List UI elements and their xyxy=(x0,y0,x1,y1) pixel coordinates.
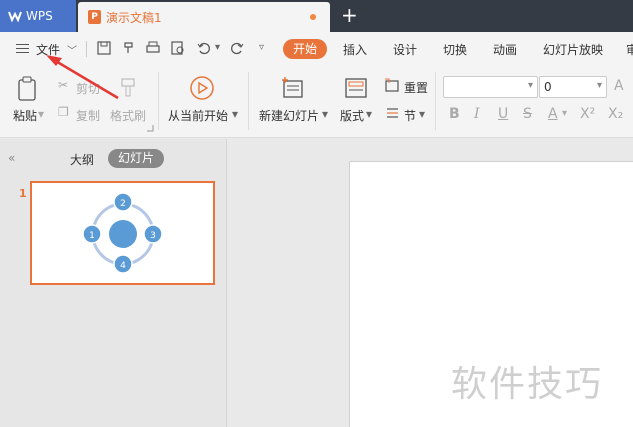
diagram-node-1-label: 1 xyxy=(89,231,95,241)
tab-animation[interactable]: 动画 xyxy=(493,41,517,58)
cut-button[interactable]: 剪切 xyxy=(76,80,100,97)
wps-home-tab[interactable]: WPS xyxy=(0,0,76,32)
section-button[interactable]: 节 xyxy=(404,107,416,124)
undo-icon[interactable] xyxy=(196,40,212,56)
copy-icon[interactable]: ❐ xyxy=(58,105,69,119)
font-color-dropdown-icon[interactable]: ▾ xyxy=(562,108,567,119)
title-bar: WPS P 演示文稿1 + xyxy=(0,0,633,32)
section-dropdown-icon[interactable]: ▾ xyxy=(419,107,425,121)
collapse-panel-icon[interactable]: « xyxy=(8,151,15,165)
tab-review[interactable]: 审 xyxy=(626,41,633,58)
new-slide-icon[interactable] xyxy=(281,76,305,100)
font-size-select[interactable]: 0 ▾ xyxy=(539,76,607,98)
paste-icon[interactable] xyxy=(16,76,40,102)
print-icon[interactable] xyxy=(145,40,161,56)
paste-button[interactable]: 粘贴 xyxy=(13,107,37,124)
layout-button[interactable]: 版式 xyxy=(340,107,364,124)
divider xyxy=(435,72,436,130)
reset-icon[interactable] xyxy=(384,78,400,94)
diagram-node-2-label: 2 xyxy=(120,199,126,209)
new-slide-dropdown-icon[interactable]: ▾ xyxy=(322,107,328,121)
diagram-node-3-label: 3 xyxy=(150,231,156,241)
chevron-down-icon[interactable]: ﹀ xyxy=(67,42,77,57)
tab-transition[interactable]: 切换 xyxy=(443,41,467,58)
unsaved-dot-icon xyxy=(310,14,316,20)
paste-dropdown-icon[interactable]: ▾ xyxy=(38,107,44,121)
slide-number: 1 xyxy=(19,187,27,200)
divider xyxy=(86,41,87,57)
play-icon[interactable] xyxy=(189,75,215,101)
slide-thumbnail[interactable]: 1 2 3 4 xyxy=(30,181,215,285)
presentation-file-icon: P xyxy=(88,10,101,24)
tab-outline[interactable]: 大纲 xyxy=(70,151,94,168)
divider xyxy=(248,72,249,130)
undo-dropdown-icon[interactable]: ▾ xyxy=(215,42,220,53)
layout-dropdown-icon[interactable]: ▾ xyxy=(366,107,372,121)
new-tab-button[interactable]: + xyxy=(341,4,358,26)
tab-slideshow[interactable]: 幻灯片放映 xyxy=(543,41,603,58)
format-painter-button[interactable]: 格式刷 xyxy=(110,107,146,124)
subscript-icon[interactable]: X₂ xyxy=(608,106,623,122)
reset-button[interactable]: 重置 xyxy=(404,79,428,96)
section-icon[interactable] xyxy=(384,105,400,121)
wps-logo-icon xyxy=(8,11,22,23)
strikethrough-icon[interactable]: S xyxy=(523,106,532,122)
document-tab[interactable]: P 演示文稿1 xyxy=(78,2,330,32)
tab-insert[interactable]: 插入 xyxy=(343,41,367,58)
file-menu[interactable]: 文件 xyxy=(36,41,60,58)
play-dropdown-icon[interactable]: ▾ xyxy=(232,107,238,121)
format-brush-icon[interactable] xyxy=(118,76,138,100)
document-tab-title: 演示文稿1 xyxy=(106,10,162,25)
chevron-down-icon: ▾ xyxy=(596,80,602,91)
redo-icon[interactable] xyxy=(229,40,245,56)
slide-panel: « 大纲 幻灯片 1 1 2 3 4 xyxy=(0,139,227,427)
bold-icon[interactable]: B xyxy=(449,106,460,122)
cycle-diagram: 1 2 3 4 xyxy=(82,192,163,274)
tab-design[interactable]: 设计 xyxy=(393,41,417,58)
tab-home[interactable]: 开始 xyxy=(283,39,327,59)
center-node xyxy=(109,220,137,248)
diagram-node-4-label: 4 xyxy=(120,261,126,271)
italic-icon[interactable]: I xyxy=(474,106,480,122)
superscript-icon[interactable]: X² xyxy=(580,106,595,122)
underline-icon[interactable]: U xyxy=(498,106,508,122)
play-from-current-button[interactable]: 从当前开始 xyxy=(168,107,228,124)
clipboard-dialog-launcher-icon[interactable] xyxy=(146,124,154,132)
layout-icon[interactable] xyxy=(344,76,368,100)
customize-toolbar-icon[interactable]: ▿ xyxy=(259,42,264,53)
font-color-icon[interactable]: A xyxy=(548,106,558,122)
copy-button[interactable]: 复制 xyxy=(76,107,100,124)
print-preview-icon[interactable] xyxy=(170,40,186,56)
font-size-value: 0 xyxy=(544,80,552,94)
ribbon-toolbar: 粘贴 ▾ ✂ 剪切 ❐ 复制 格式刷 从当前开始 ▾ 新建幻灯片 ▾ 版式 ▾ … xyxy=(0,66,633,138)
font-name-select[interactable]: ▾ xyxy=(443,76,538,98)
divider xyxy=(158,72,159,130)
increase-font-icon[interactable]: A xyxy=(614,78,624,94)
watermark: 软件技巧 xyxy=(451,364,604,405)
menu-bar: 文件 ﹀ ▾ ▿ 开始 插入 设计 切换 动画 幻灯片放映 审 xyxy=(0,32,633,66)
cut-icon[interactable]: ✂ xyxy=(58,78,68,92)
new-slide-button[interactable]: 新建幻灯片 xyxy=(259,107,319,124)
chevron-down-icon: ▾ xyxy=(527,80,533,91)
hamburger-menu-icon[interactable] xyxy=(16,44,29,54)
format-painter-icon[interactable] xyxy=(121,40,137,56)
app-name: WPS xyxy=(26,9,53,23)
tab-slides[interactable]: 幻灯片 xyxy=(108,149,164,168)
save-icon[interactable] xyxy=(96,40,112,56)
